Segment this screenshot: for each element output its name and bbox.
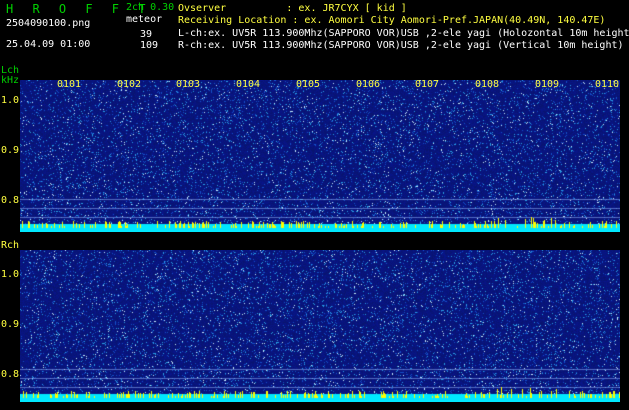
time-label: 0102 [117,79,142,90]
time-label: 0105 [296,79,321,90]
lch-info: L-ch:ex. UV5R 113.900Mhz(SAPPORO VOR)USB… [178,28,629,39]
datetime-label: 25.04.09 01:00 [6,39,91,50]
lch-ytick-1: 1.0 [1,95,20,106]
observer-info: Ovserver : ex. JR7CYX [ kid ] [178,3,407,14]
time-label: 0109 [535,79,560,90]
rch-label: Rch [1,240,20,251]
mode-label: meteor [126,14,163,25]
rch-count: 109 [140,40,159,51]
location-info: Receiving Location : ex. Aomori City Aom… [178,15,606,26]
lch-unit-label: kHz [1,75,20,86]
time-label: 0108 [475,79,500,90]
version-label: 2ch 0.30 [126,2,175,13]
lch-ytick-3: 0.8 [1,195,20,206]
time-label: 0104 [236,79,261,90]
time-label: 0101 [57,79,82,90]
lch-spectrogram [20,80,620,232]
rch-spectrogram [20,250,620,402]
lch-ytick-2: 0.9 [1,145,20,156]
time-label: 0110 [595,79,620,90]
rch-ytick-2: 0.9 [1,319,20,330]
rch-ytick-1: 1.0 [1,269,20,280]
time-label: 0103 [176,79,201,90]
time-label: 0107 [415,79,440,90]
filename-label: 2504090100.png [6,18,91,29]
rch-info: R-ch:ex. UV5R 113.900Mhz(SAPPORO VOR)USB… [178,40,624,51]
lch-count: 39 [140,29,153,40]
rch-ytick-3: 0.8 [1,369,20,380]
time-label: 0106 [356,79,381,90]
